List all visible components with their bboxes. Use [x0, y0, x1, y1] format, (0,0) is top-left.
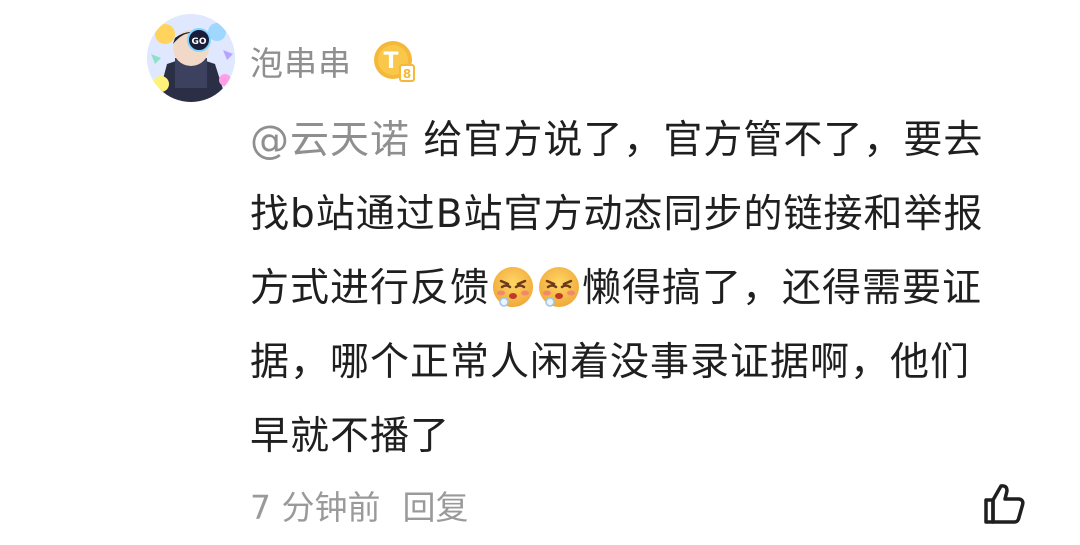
like-button[interactable] [980, 480, 1028, 528]
mention-link[interactable]: @云天诺 [250, 118, 410, 163]
comment-text-3b: 懒得搞了，还得需要证 [582, 266, 983, 311]
comment-item: GO 泡串串 T 8 @云天诺 给官方说了，官方管不了，要去 找b站通过B站官方… [0, 0, 1080, 545]
avatar[interactable]: GO [147, 14, 235, 102]
sick-face-emoji-icon [539, 267, 580, 307]
comment-footer: 7 分钟前 回复 [250, 480, 469, 530]
timestamp: 7 分钟前 [250, 488, 381, 527]
avatar-go-text: GO [191, 37, 206, 47]
username-row: 泡串串 T 8 [250, 36, 416, 86]
comment-line-1: @云天诺 给官方说了，官方管不了，要去 [250, 104, 1030, 178]
avatar-illustration: GO [147, 14, 235, 102]
sick-face-emoji-icon [493, 267, 534, 307]
comment-line-3: 方式进行反馈 懒得搞了，还得需要证 [250, 252, 1030, 326]
level-badge-letter: T [383, 49, 398, 74]
thumbs-up-icon [984, 484, 1025, 524]
comment-body: @云天诺 给官方说了，官方管不了，要去 找b站通过B站官方动态同步的链接和举报 … [250, 104, 1030, 474]
comment-text-1: 给官方说了，官方管不了，要去 [410, 118, 984, 163]
comment-line-5: 早就不播了 [250, 414, 451, 459]
comment-text-3a: 方式进行反馈 [250, 266, 491, 311]
reply-button[interactable]: 回复 [403, 481, 469, 529]
comment-line-2: 找b站通过B站官方动态同步的链接和举报 [250, 192, 984, 237]
username[interactable]: 泡串串 [250, 37, 352, 85]
level-badge-number: 8 [403, 67, 411, 81]
level-badge-icon: T 8 [372, 39, 416, 83]
comment-line-4: 据，哪个正常人闲着没事录证据啊，他们 [250, 340, 971, 385]
